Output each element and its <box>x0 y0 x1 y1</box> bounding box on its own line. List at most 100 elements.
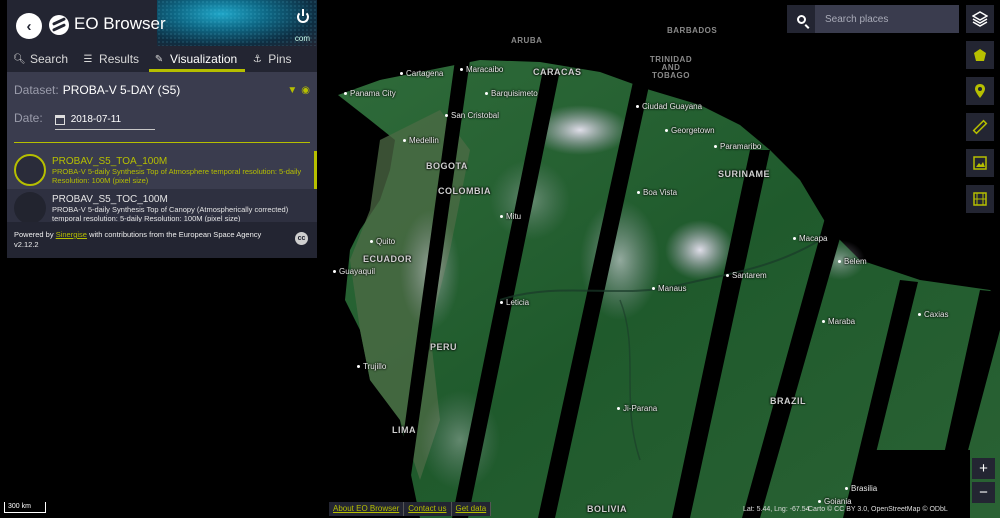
map-label-manaus: Manaus <box>652 285 686 293</box>
layer-list: PROBAV_S5_TOA_100M PROBA-V 5-daily Synth… <box>7 151 317 227</box>
zoom-out-button[interactable]: − <box>972 482 995 503</box>
map-label-macapa: Macapa <box>793 235 827 243</box>
get-data-link[interactable]: Get data <box>452 502 492 516</box>
map-label-cartagena: Cartagena <box>400 70 443 78</box>
sinergise-link[interactable]: Sinergise <box>56 230 87 239</box>
map-label-maraba: Maraba <box>822 318 855 326</box>
map-label-colombia: COLOMBIA <box>438 186 491 196</box>
tab-visualization[interactable]: ✎ Visualization <box>149 46 246 72</box>
chevron-left-icon: ‹ <box>26 17 32 35</box>
date-label: Date: <box>14 111 43 125</box>
divider <box>14 142 310 143</box>
panel-footer: Powered by Sinergise with contributions … <box>7 222 317 258</box>
coordinates-readout: Lat: 5.44, Lng: -67.54 <box>743 506 810 513</box>
map-label-leticia: Leticia <box>500 299 529 307</box>
zoom-in-button[interactable]: + <box>972 458 995 479</box>
tab-search[interactable]: 🔍︎ Search <box>13 46 76 72</box>
map-label-lima: LIMA <box>392 425 416 435</box>
app-header: ‹ EO Browser com <box>7 0 317 46</box>
map-label-boa-vista: Boa Vista <box>637 189 677 197</box>
layer-item[interactable]: PROBAV_S5_TOA_100M PROBA-V 5-daily Synth… <box>7 151 317 189</box>
sliders-icon: ☰ <box>83 53 93 65</box>
creative-commons-icon: cc <box>295 232 308 245</box>
tab-bar: 🔍︎ Search ☰ Results ✎ Visualization ⚓︎ P… <box>7 46 317 72</box>
place-marker-button[interactable] <box>966 77 994 105</box>
map-label-goiania: Goiania <box>818 498 852 506</box>
map-label-ecuador: ECUADOR <box>363 254 413 264</box>
layer-thumbnail <box>14 192 46 224</box>
map-label-trujillo: Trujillo <box>357 363 386 371</box>
zoom-controls: + − <box>972 458 995 506</box>
image-icon <box>973 156 987 170</box>
map-label-brazil: BRAZIL <box>770 396 806 406</box>
map-label-san-cristobal: San Cristobal <box>445 112 499 120</box>
map-label-aruba: ARUBA <box>511 36 543 45</box>
map-label-barbados: BARBADOS <box>667 26 718 35</box>
contact-link[interactable]: Contact us <box>404 502 452 516</box>
map-marker-icon <box>975 84 985 98</box>
visualization-panel: Dataset: PROBA-V 5-DAY (S5) ▼ ◉ Date: 20… <box>7 72 317 227</box>
layer-thumbnail <box>14 154 46 186</box>
place-search <box>787 5 959 33</box>
header-domain-suffix: com <box>294 34 310 43</box>
map-label-ciudad-guayana: Ciudad Guayana <box>636 103 702 111</box>
layer-name: PROBAV_S5_TOC_100M <box>52 194 168 205</box>
map-label-peru: PERU <box>430 342 458 352</box>
layer-description: PROBA-V 5-daily Synthesis Top of Atmosph… <box>52 167 302 185</box>
dataset-row: Dataset: PROBA-V 5-DAY (S5) ▼ ◉ <box>14 80 310 100</box>
draw-area-button[interactable] <box>966 41 994 69</box>
date-picker[interactable]: 2018-07-11 <box>54 114 155 130</box>
collapse-panel-button[interactable]: ‹ <box>16 13 42 39</box>
bottom-links: About EO Browser Contact us Get data <box>329 502 492 516</box>
sidebar-panel: ‹ EO Browser com 🔍︎ Search ☰ Results ✎ V… <box>7 0 317 258</box>
dataset-value: PROBA-V 5-DAY (S5) <box>62 83 181 97</box>
timelapse-button[interactable] <box>966 185 994 213</box>
date-row: Date: 2018-07-11 <box>14 104 310 132</box>
map-label-mitu: Mitu <box>500 213 521 221</box>
layer-description: PROBA-V 5-daily Synthesis Top of Canopy … <box>52 205 289 223</box>
dataset-label: Dataset: <box>14 83 59 97</box>
pin-icon[interactable]: ▼ <box>287 85 297 96</box>
map-toolbar <box>966 5 994 221</box>
tab-pins[interactable]: ⚓︎ Pins <box>251 46 299 72</box>
map-label-ji-parana: Ji-Parana <box>617 405 657 413</box>
eye-slash-icon[interactable]: ◉ <box>301 85 310 96</box>
search-button[interactable] <box>787 5 815 33</box>
scale-bar: 300 km <box>4 502 46 513</box>
map-label-maracaibo: Maracaibo <box>460 66 503 74</box>
map-label-suriname: SURINAME <box>718 169 771 179</box>
pentagon-icon <box>974 49 986 61</box>
layer-name: PROBAV_S5_TOA_100M <box>52 156 168 167</box>
search-icon <box>796 14 806 24</box>
power-icon[interactable] <box>297 9 309 23</box>
layers-icon <box>972 11 988 27</box>
about-link[interactable]: About EO Browser <box>329 502 405 516</box>
map-label-bogota: BOGOTA <box>426 161 468 171</box>
map-label-medellin: Medellin <box>403 137 439 145</box>
search-input[interactable] <box>815 5 959 33</box>
map-label-caxias: Caxias <box>918 311 948 319</box>
map-label-santarem: Santarem <box>726 272 767 280</box>
export-image-button[interactable] <box>966 149 994 177</box>
map-label-guayaquil: Guayaquil <box>333 268 375 276</box>
date-value: 2018-07-11 <box>70 114 122 125</box>
map-attribution: Carto © CC BY 3.0, OpenStreetMap © ODbL <box>808 506 948 513</box>
ruler-icon <box>972 119 988 135</box>
map-label-georgetown: Georgetown <box>665 127 715 135</box>
calendar-icon <box>54 114 65 125</box>
search-icon: 🔍︎ <box>13 53 26 65</box>
map-label-trinidad: TRINIDAD AND TOBAGO <box>649 55 693 80</box>
map-label-quito: Quito <box>370 238 395 246</box>
version-label: v2.12.2 <box>14 240 39 249</box>
map-label-belem: Belem <box>838 258 867 266</box>
map-label-paramaribo: Paramaribo <box>714 143 761 151</box>
map-label-barquisimeto: Barquisimeto <box>485 90 538 98</box>
tab-results[interactable]: ☰ Results <box>82 46 147 72</box>
app-title: EO Browser <box>74 14 166 33</box>
map-label-caracas: CARACAS <box>533 67 582 77</box>
map-label-bolivia: BOLIVIA <box>587 504 628 514</box>
measure-button[interactable] <box>966 113 994 141</box>
layers-button[interactable] <box>966 5 994 33</box>
pin-icon: ⚓︎ <box>252 53 262 65</box>
map-label-panama: Panama City <box>344 90 396 98</box>
